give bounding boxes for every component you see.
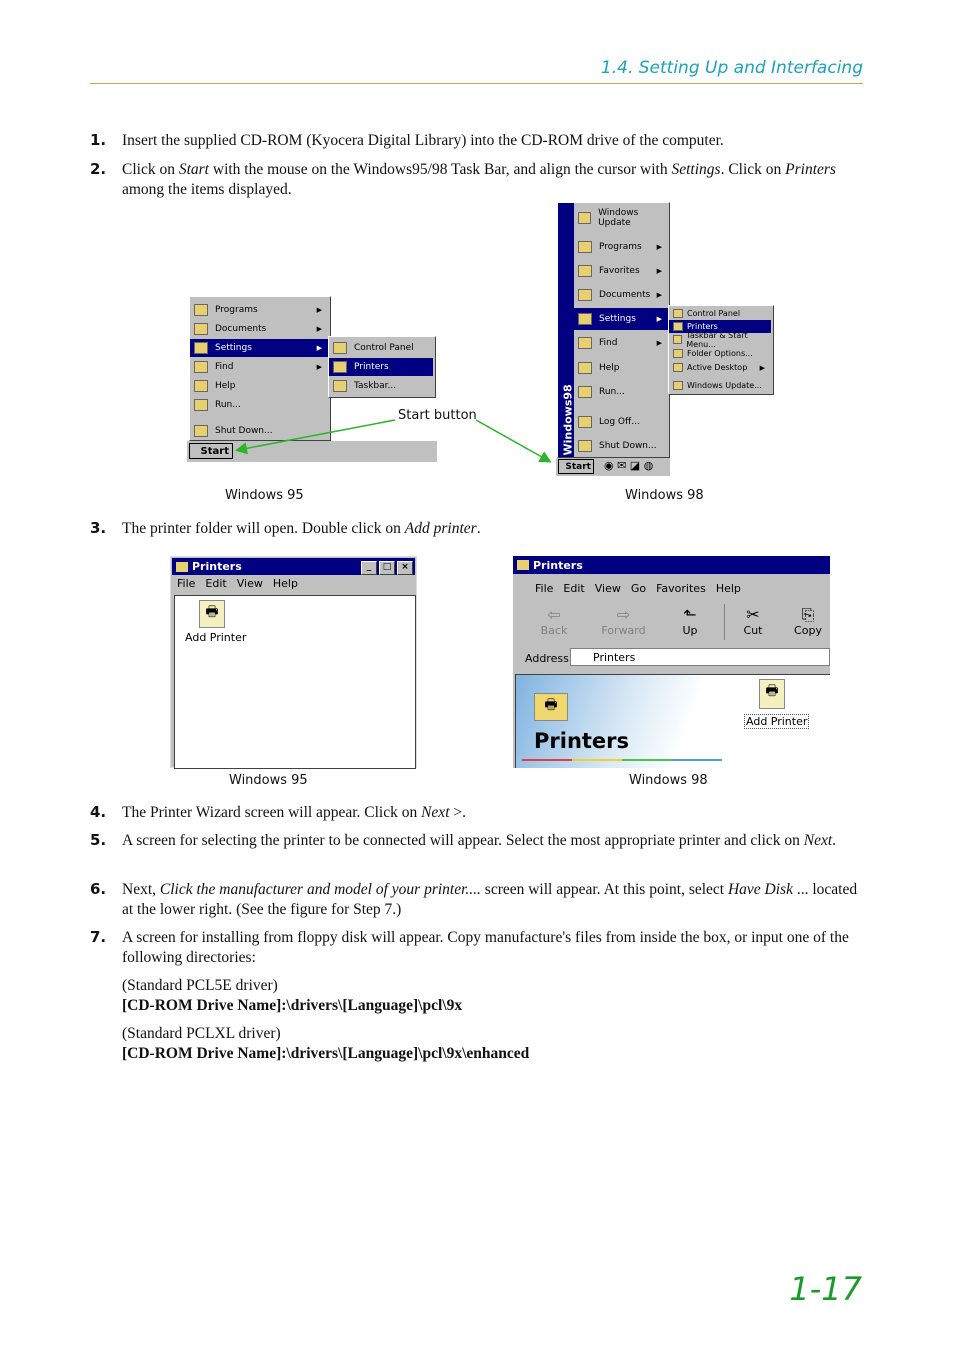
printers-folder-large-icon: 🖶 [534, 693, 568, 721]
cut-button[interactable]: ✂ Cut [738, 605, 768, 638]
close-button[interactable]: × [397, 560, 413, 575]
start-button-callout: Start button [398, 408, 477, 423]
figure2-caption-win95: Windows 95 [229, 773, 308, 788]
toolbar-separator [724, 604, 725, 640]
win98-printers-window: Printers File Edit View Go Favorites Help ⇦ Ba… [513, 556, 830, 768]
menu-bar: File Edit View Go Favorites Help [535, 582, 751, 595]
maximize-button[interactable]: □ [379, 560, 395, 575]
folder-content: 🖶 Printers 🖶 Add Printer [515, 674, 830, 768]
menu-go[interactable]: Go [631, 582, 646, 595]
back-button[interactable]: ⇦ Back [535, 605, 573, 638]
step-5: 5. A screen for selecting the printer to… [90, 831, 865, 851]
step-text: Next, Click the manufacturer and model o… [122, 881, 858, 918]
driver-path: [CD-ROM Drive Name]:\drivers\[Language]\… [122, 1044, 530, 1062]
back-arrow-icon: ⇦ [547, 605, 561, 624]
printers-folder-icon [517, 560, 529, 570]
step-number: 4. [90, 803, 107, 821]
step-number: 6. [90, 880, 107, 898]
window-title: Printers [533, 558, 583, 572]
title-bar: Printers _ □ × [172, 558, 415, 575]
minimize-button[interactable]: _ [361, 560, 377, 575]
driver-pcl5e: (Standard PCL5E driver) [CD-ROM Drive Na… [122, 976, 865, 1015]
copy-icon: ⎘ [801, 605, 815, 624]
title-bar: Printers [513, 556, 830, 574]
step-number: 7. [90, 928, 107, 946]
heading-rule [522, 759, 722, 761]
menu-help[interactable]: Help [273, 577, 298, 590]
step-7: 7. A screen for installing from floppy d… [90, 928, 865, 1063]
folder-heading: Printers [534, 729, 630, 753]
address-field[interactable]: Printers [570, 648, 830, 666]
scissors-icon: ✂ [746, 605, 760, 624]
driver-label: (Standard PCLXL driver) [122, 1025, 281, 1042]
menu-view[interactable]: View [237, 577, 263, 590]
figure1-caption-win95: Windows 95 [225, 488, 304, 503]
copy-button[interactable]: ⎘ Copy [791, 605, 825, 638]
menu-edit[interactable]: Edit [205, 577, 226, 590]
page-number: 1-17 [789, 1270, 862, 1308]
menu-favorites[interactable]: Favorites [656, 582, 706, 595]
menu-edit[interactable]: Edit [563, 582, 584, 595]
menu-view[interactable]: View [595, 582, 621, 595]
arrow-to-win95-start [235, 419, 396, 455]
driver-pclxl: (Standard PCLXL driver) [CD-ROM Drive Na… [122, 1024, 865, 1063]
arrow-to-win98-start [475, 419, 552, 463]
step-4: 4. The Printer Wizard screen will appear… [90, 803, 865, 823]
add-printer-label[interactable]: Add Printer [185, 631, 246, 644]
step-text: The printer folder will open. Double cli… [122, 520, 481, 537]
forward-button[interactable]: ⇨ Forward [601, 605, 646, 638]
step-3: 3. The printer folder will open. Double … [90, 519, 865, 539]
step-number: 3. [90, 519, 107, 537]
step-text: A screen for selecting the printer to be… [122, 832, 837, 849]
step-text: The Printer Wizard screen will appear. C… [122, 804, 466, 821]
menu-file[interactable]: File [177, 577, 195, 590]
callout-arrows [235, 419, 552, 463]
menu-bar: File Edit View Help [177, 577, 308, 590]
address-label: Address [525, 652, 569, 665]
folder-content: 🖶 Add Printer [174, 595, 416, 769]
menu-help[interactable]: Help [716, 582, 741, 595]
step-6: 6. Next, Click the manufacturer and mode… [90, 880, 865, 919]
window-title: Printers [192, 560, 242, 573]
menu-file[interactable]: File [535, 582, 553, 595]
add-printer-icon[interactable]: 🖶 [199, 600, 225, 628]
printers-folder-icon [176, 561, 188, 572]
step-text: A screen for installing from floppy disk… [122, 929, 849, 966]
up-button[interactable]: ⬑ Up [673, 605, 707, 638]
step-number: 5. [90, 831, 107, 849]
forward-arrow-icon: ⇨ [616, 605, 631, 624]
driver-path: [CD-ROM Drive Name]:\drivers\[Language]\… [122, 996, 463, 1014]
driver-label: (Standard PCL5E driver) [122, 977, 278, 994]
figure2-caption-win98: Windows 98 [629, 773, 708, 788]
win95-printers-window: Printers _ □ × File Edit View Help 🖶 Add Prin… [170, 556, 417, 769]
add-printer-label[interactable]: Add Printer [744, 714, 810, 729]
figure1-caption-win98: Windows 98 [625, 488, 704, 503]
up-folder-icon: ⬑ [683, 605, 697, 624]
add-printer-icon[interactable]: 🖶 [759, 679, 785, 709]
